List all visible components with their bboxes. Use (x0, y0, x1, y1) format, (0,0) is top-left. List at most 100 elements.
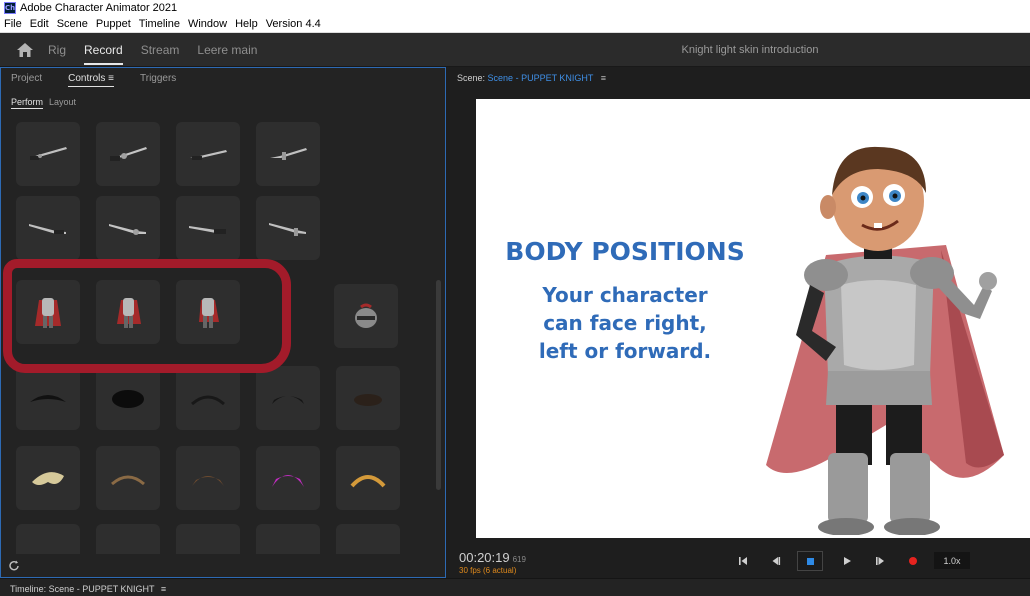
scene-label-prefix: Scene: (457, 73, 486, 83)
scene-name[interactable]: Scene - PUPPET KNIGHT (488, 73, 594, 83)
highlight-annotation (3, 259, 291, 373)
trigger-button[interactable] (96, 524, 160, 554)
stage-body: Your character can face right, left or f… (485, 281, 765, 365)
trigger-button[interactable] (16, 366, 80, 430)
refresh-icon[interactable] (7, 559, 21, 573)
sword-icon (110, 147, 147, 161)
tab-triggers[interactable]: Triggers (140, 73, 176, 87)
trigger-button[interactable] (176, 366, 240, 430)
scene-header: Scene: Scene - PUPPET KNIGHT ≡ (457, 73, 606, 83)
trigger-button[interactable] (176, 446, 240, 510)
sword-icon (190, 150, 227, 160)
trigger-button[interactable] (334, 284, 398, 348)
trigger-button[interactable] (16, 524, 80, 554)
step-back-icon[interactable] (769, 554, 783, 568)
title-bar: Ch Adobe Character Animator 2021 (0, 0, 1030, 16)
trigger-button[interactable] (336, 446, 400, 510)
trigger-button[interactable] (16, 122, 80, 186)
menu-puppet[interactable]: Puppet (96, 18, 131, 30)
timeline-menu-icon[interactable]: ≡ (161, 584, 166, 594)
tab-rig[interactable]: Rig (48, 35, 66, 65)
stage-body-line: Your character (542, 283, 708, 307)
trigger-button[interactable] (16, 446, 80, 510)
home-icon[interactable] (16, 42, 34, 58)
hat-icon (188, 544, 228, 554)
sword-icon (189, 226, 226, 234)
hair-icon (192, 476, 224, 486)
trigger-button[interactable] (96, 366, 160, 430)
trigger-button[interactable] (256, 122, 320, 186)
tab-project[interactable]: Project (11, 73, 42, 87)
hair-icon (111, 475, 145, 486)
hair-icon (32, 472, 64, 485)
trigger-button[interactable] (256, 446, 320, 510)
hair-icon (112, 390, 144, 408)
playback-speed[interactable]: 1.0x (934, 552, 970, 569)
transport-bar: 00:20:19 619 30 fps (6 actual) 1.0x (447, 542, 1030, 578)
menu-timeline[interactable]: Timeline (139, 18, 180, 30)
document-title: Knight light skin introduction (681, 44, 819, 56)
stage-title: BODY POSITIONS (505, 237, 745, 266)
timeline-panel: Timeline: Scene - PUPPET KNIGHT ≡ (0, 578, 1030, 596)
trigger-button[interactable] (256, 366, 320, 430)
subtab-layout[interactable]: Layout (49, 97, 76, 109)
menu-help[interactable]: Help (235, 18, 258, 30)
tab-controls[interactable]: Controls ≡ (68, 73, 114, 87)
menu-version[interactable]: Version 4.4 (266, 18, 321, 30)
frame-number: 619 (512, 555, 526, 564)
controls-menu-icon[interactable]: ≡ (108, 73, 114, 84)
trigger-button[interactable] (256, 196, 320, 260)
trigger-button[interactable] (96, 196, 160, 260)
panel-tabs: Project Controls ≡ Triggers (11, 73, 202, 87)
hair-icon (28, 544, 68, 554)
tab-controls-label: Controls (68, 73, 106, 84)
go-to-start-icon[interactable] (736, 554, 750, 568)
subtab-perform[interactable]: Perform (11, 97, 44, 109)
trigger-button[interactable] (96, 446, 160, 510)
sword-icon (29, 224, 66, 234)
tab-stream[interactable]: Stream (141, 35, 180, 65)
hair-icon (30, 395, 66, 402)
hair-icon (350, 475, 386, 488)
tab-leere-main[interactable]: Leere main (197, 35, 257, 65)
sword-icon (30, 147, 67, 160)
tab-record[interactable]: Record (84, 35, 123, 65)
trigger-button[interactable] (16, 196, 80, 260)
app-icon: Ch (4, 2, 16, 14)
hair-icon (272, 396, 304, 404)
scene-menu-icon[interactable]: ≡ (601, 73, 606, 83)
trigger-button[interactable] (256, 524, 320, 554)
knight-puppet (766, 146, 1004, 535)
menu-window[interactable]: Window (188, 18, 227, 30)
trigger-button[interactable] (176, 122, 240, 186)
timeline-title: Timeline: Scene - PUPPET KNIGHT (10, 584, 155, 594)
step-forward-icon[interactable] (873, 554, 887, 568)
hair-icon (272, 475, 304, 487)
controls-scrollbar[interactable] (436, 280, 441, 490)
trigger-button[interactable] (176, 524, 240, 554)
play-icon[interactable] (840, 554, 854, 568)
menu-scene[interactable]: Scene (57, 18, 88, 30)
trigger-button[interactable] (336, 366, 400, 430)
menu-file[interactable]: File (4, 18, 22, 30)
stop-button[interactable] (797, 551, 823, 571)
trigger-button[interactable] (176, 196, 240, 260)
sword-icon (270, 148, 307, 160)
trigger-button[interactable] (336, 524, 400, 554)
sword-icon (109, 224, 146, 235)
stage-body-line: can face right, (543, 311, 707, 335)
app-window: Ch Adobe Character Animator 2021 File Ed… (0, 0, 1030, 596)
controls-subtabs: Perform Layout (11, 97, 82, 109)
controls-panel: Project Controls ≡ Triggers Perform Layo… (0, 67, 446, 578)
stage-body-line: left or forward. (538, 339, 712, 363)
menu-bar: File Edit Scene Puppet Timeline Window H… (0, 16, 1030, 33)
hair-icon (268, 544, 308, 554)
hair-icon (108, 544, 148, 554)
sword-icon (269, 223, 306, 236)
fps-readout: 30 fps (6 actual) (459, 566, 517, 575)
timeline-label: Timeline: Scene - PUPPET KNIGHT ≡ (10, 584, 166, 594)
menu-edit[interactable]: Edit (30, 18, 49, 30)
record-button[interactable] (909, 557, 917, 565)
scene-stage[interactable]: BODY POSITIONS Your character can face r… (476, 99, 1030, 538)
trigger-button[interactable] (96, 122, 160, 186)
